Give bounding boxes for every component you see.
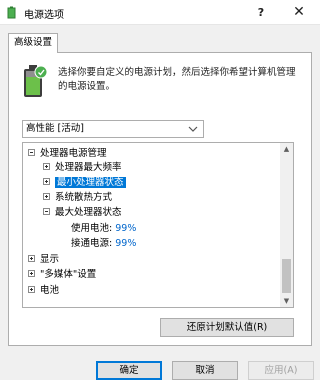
power-options-icon: [7, 6, 16, 19]
scroll-down-arrow-icon[interactable]: ▼: [280, 295, 293, 307]
window-title: 电源选项: [24, 10, 64, 21]
cancel-button[interactable]: 取消: [172, 361, 238, 380]
setting-on-battery[interactable]: 使用电池: 99%: [71, 222, 136, 236]
tab-advanced-settings[interactable]: 高级设置: [8, 33, 58, 53]
expand-icon[interactable]: [43, 163, 50, 170]
tree-item-max-processor-state[interactable]: 最大处理器状态: [43, 206, 122, 220]
close-button[interactable]: ✕: [284, 0, 314, 25]
tree-item-multimedia[interactable]: "多媒体"设置: [28, 268, 96, 282]
on-battery-value[interactable]: 99%: [115, 223, 136, 234]
scrollbar-thumb[interactable]: [282, 259, 291, 293]
scroll-up-arrow-icon[interactable]: ▲: [280, 143, 293, 155]
expand-icon[interactable]: [28, 255, 35, 262]
chevron-down-icon: [188, 126, 198, 132]
expand-icon[interactable]: [28, 270, 35, 277]
expand-icon[interactable]: [28, 286, 35, 293]
ok-button[interactable]: 确定: [96, 361, 162, 380]
tree-item-max-frequency[interactable]: 处理器最大频率: [43, 161, 122, 175]
tree-item-min-processor-state[interactable]: 最小处理器状态: [43, 176, 126, 190]
apply-button[interactable]: 应用(A): [248, 361, 314, 380]
plugged-in-value[interactable]: 99%: [115, 238, 136, 249]
tree-item-battery[interactable]: 电池: [28, 284, 59, 298]
title-bar: 电源选项 ? ✕: [0, 0, 320, 25]
help-button[interactable]: ?: [248, 0, 274, 25]
collapse-icon[interactable]: [28, 149, 35, 156]
power-plan-value: 高性能 [活动]: [26, 123, 84, 134]
restore-defaults-button[interactable]: 还原计划默认值(R): [160, 318, 294, 337]
collapse-icon[interactable]: [43, 208, 50, 215]
tree-item-processor-power-management[interactable]: 处理器电源管理: [28, 147, 107, 161]
tree-item-cooling-policy[interactable]: 系统散热方式: [43, 191, 112, 205]
description-text: 选择你要自定义的电源计划，然后选择你希望计算机管理的电源设置。: [58, 67, 296, 92]
power-settings-tree[interactable]: 处理器电源管理 处理器最大频率 最小处理器状态 系统散热方式 最大处理器状态 使…: [22, 142, 294, 308]
expand-icon[interactable]: [43, 193, 50, 200]
expand-icon[interactable]: [43, 178, 50, 185]
tree-item-display[interactable]: 显示: [28, 253, 59, 267]
power-plan-dropdown[interactable]: 高性能 [活动]: [22, 120, 204, 138]
battery-power-icon: [24, 65, 48, 97]
setting-plugged-in[interactable]: 接通电源: 99%: [71, 237, 136, 251]
tree-scrollbar[interactable]: ▲ ▼: [280, 143, 293, 307]
